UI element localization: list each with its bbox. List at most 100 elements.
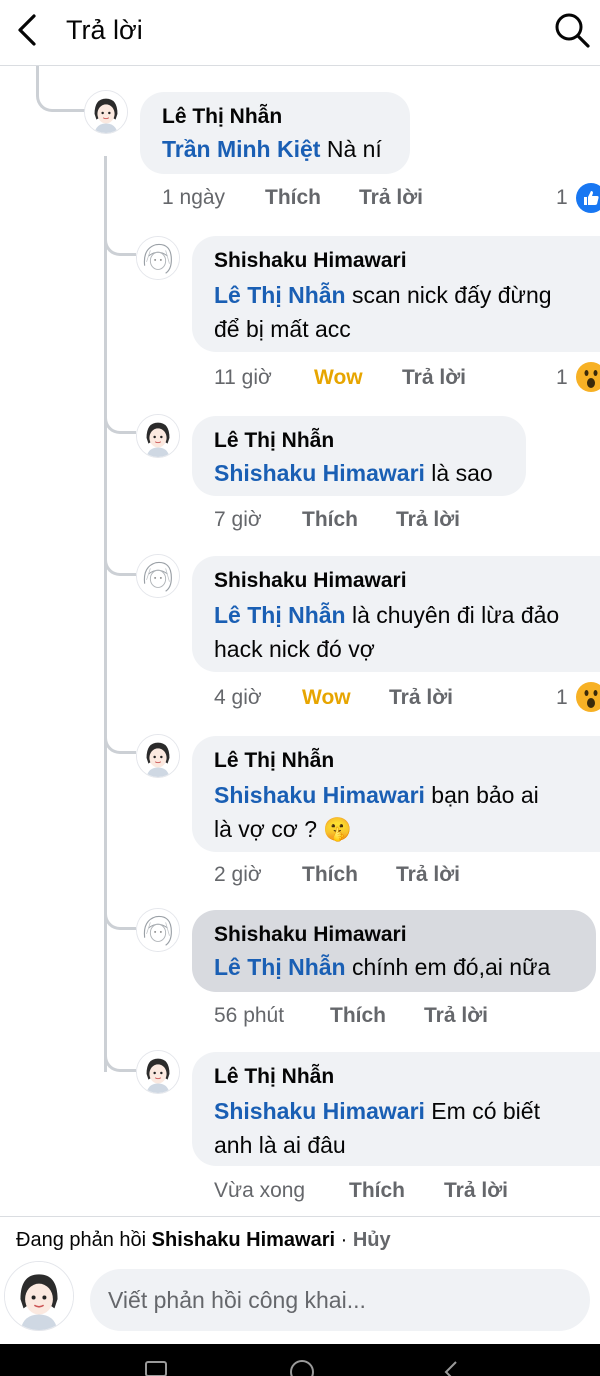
reply-button[interactable]: Trả lời: [359, 186, 423, 210]
avatar-girl-icon: [137, 735, 179, 777]
comment-timestamp[interactable]: Vừa xong: [214, 1179, 305, 1203]
like-button[interactable]: Thích: [302, 508, 358, 532]
comment-body: chính em đó,ai nữa: [345, 954, 551, 980]
reaction-count: 1: [556, 186, 568, 209]
like-button[interactable]: Thích: [330, 1004, 386, 1028]
avatar[interactable]: [136, 734, 180, 778]
avatar[interactable]: [136, 236, 180, 280]
comment-timestamp[interactable]: 56 phút: [214, 1004, 284, 1028]
page-title: Trả lời: [66, 15, 143, 45]
avatar-sketch-icon: [137, 909, 179, 951]
thread-connector: [104, 896, 136, 930]
like-button[interactable]: Thích: [265, 186, 321, 210]
reply-input-container[interactable]: [90, 1269, 590, 1331]
avatar-girl-icon: [5, 1262, 73, 1330]
wow-reaction-button[interactable]: Wow: [314, 366, 363, 390]
back-nav-icon[interactable]: [440, 1358, 464, 1376]
comment-author[interactable]: Lê Thị Nhẫn: [214, 748, 540, 774]
wow-reaction-button[interactable]: Wow: [302, 686, 351, 710]
wow-icon[interactable]: [576, 682, 600, 712]
comment-text: Shishaku Himawari là sao: [214, 456, 504, 490]
avatar[interactable]: [136, 908, 180, 952]
comment-bubble[interactable]: Lê Thị Nhẫn Shishaku Himawari bạn bảo ai…: [192, 736, 600, 852]
reply-button[interactable]: Trả lời: [389, 686, 453, 710]
back-button[interactable]: [8, 10, 48, 50]
avatar-girl-icon: [137, 415, 179, 457]
thread-connector: [104, 156, 107, 1072]
thread-connector: [104, 1036, 136, 1072]
comment-author[interactable]: Shishaku Himawari: [214, 922, 574, 948]
replying-to-name: Shishaku Himawari: [151, 1229, 336, 1251]
comment-bubble[interactable]: Shishaku Himawari Lê Thị Nhẫn scan nick …: [192, 236, 600, 352]
comment-timestamp[interactable]: 2 giờ: [214, 863, 262, 887]
avatar[interactable]: [136, 1050, 180, 1094]
mention-link[interactable]: Lê Thị Nhẫn: [214, 602, 346, 628]
recents-icon[interactable]: [144, 1358, 168, 1376]
top-app-bar: Trả lời: [0, 0, 600, 66]
mention-link[interactable]: Shishaku Himawari: [214, 1098, 425, 1124]
comment-thread[interactable]: Lê Thị Nhẫn Trần Minh Kiệt Nà ní 1 ngày …: [0, 66, 600, 1214]
comment-author[interactable]: Lê Thị Nhẫn: [214, 1064, 578, 1090]
wow-icon[interactable]: [576, 362, 600, 392]
avatar-girl-icon: [137, 1051, 179, 1093]
reply-button[interactable]: Trả lời: [424, 1004, 488, 1028]
reply-button[interactable]: Trả lời: [402, 366, 466, 390]
reply-button[interactable]: Trả lời: [396, 863, 460, 887]
avatar[interactable]: [136, 414, 180, 458]
thread-connector: [104, 396, 136, 434]
replying-to-banner: Đang phản hồi Shishaku Himawari · Hủy: [16, 1229, 391, 1252]
mention-link[interactable]: Shishaku Himawari: [214, 782, 425, 808]
replying-prefix: Đang phản hồi: [16, 1229, 152, 1251]
thread-connector: [36, 66, 86, 112]
comment-text: Shishaku Himawari Em có biết anh là ai đ…: [214, 1094, 578, 1162]
separator-dot: ·: [335, 1229, 353, 1251]
comment-author[interactable]: Lê Thị Nhẫn: [214, 428, 504, 454]
comment-author[interactable]: Shishaku Himawari: [214, 248, 578, 274]
home-icon[interactable]: [290, 1358, 314, 1376]
mention-link[interactable]: Shishaku Himawari: [214, 460, 425, 486]
cancel-reply-button[interactable]: Hủy: [353, 1229, 391, 1251]
mention-link[interactable]: Trần Minh Kiệt: [162, 136, 320, 162]
thread-connector: [104, 216, 136, 256]
like-icon[interactable]: [576, 183, 600, 213]
avatar-girl-icon: [85, 91, 127, 133]
reply-button[interactable]: Trả lời: [444, 1179, 508, 1203]
reaction-count: 1: [556, 366, 568, 389]
avatar[interactable]: [136, 554, 180, 598]
mention-link[interactable]: Lê Thị Nhẫn: [214, 954, 346, 980]
comment-text: Lê Thị Nhẫn là chuyên đi lừa đảo hack ni…: [214, 598, 578, 666]
reply-input[interactable]: [108, 1269, 568, 1331]
comment-timestamp[interactable]: 1 ngày: [162, 186, 225, 210]
current-user-avatar[interactable]: [4, 1261, 74, 1331]
mention-link[interactable]: Lê Thị Nhẫn: [214, 282, 346, 308]
system-nav-bar: [0, 1344, 600, 1376]
comment-text: Trần Minh Kiệt Nà ní: [162, 132, 388, 166]
comment-text: Lê Thị Nhẫn scan nick đấy đừng để bị mất…: [214, 278, 578, 346]
comment-bubble[interactable]: Lê Thị Nhẫn Shishaku Himawari Em có biết…: [192, 1052, 600, 1166]
like-button[interactable]: Thích: [302, 863, 358, 887]
comment-timestamp[interactable]: 11 giờ: [214, 366, 272, 390]
like-button[interactable]: Thích: [349, 1179, 405, 1203]
comment-body: Nà ní: [320, 136, 382, 162]
search-button[interactable]: [552, 10, 592, 50]
search-icon: [555, 13, 590, 48]
comment-bubble[interactable]: Lê Thị Nhẫn Trần Minh Kiệt Nà ní: [140, 92, 410, 174]
comment-body: là sao: [424, 460, 493, 486]
comment-text: Lê Thị Nhẫn chính em đó,ai nữa: [214, 950, 574, 984]
reaction-count: 1: [556, 686, 568, 709]
comment-bubble[interactable]: Lê Thị Nhẫn Shishaku Himawari là sao: [192, 416, 526, 496]
thread-connector: [104, 716, 136, 754]
comment-bubble[interactable]: Shishaku Himawari Lê Thị Nhẫn là chuyên …: [192, 556, 600, 672]
avatar-sketch-icon: [137, 555, 179, 597]
avatar[interactable]: [84, 90, 128, 134]
comment-timestamp[interactable]: 4 giờ: [214, 686, 262, 710]
comment-timestamp[interactable]: 7 giờ: [214, 508, 262, 532]
reply-button[interactable]: Trả lời: [396, 508, 460, 532]
comment-author[interactable]: Lê Thị Nhẫn: [162, 104, 388, 130]
comment-bubble-selected[interactable]: Shishaku Himawari Lê Thị Nhẫn chính em đ…: [192, 910, 596, 992]
avatar-sketch-icon: [137, 237, 179, 279]
comment-author[interactable]: Shishaku Himawari: [214, 568, 578, 594]
thread-connector: [104, 536, 136, 576]
reply-composer: Đang phản hồi Shishaku Himawari · Hủy: [0, 1216, 600, 1344]
comment-text: Shishaku Himawari bạn bảo ai là vợ cơ ? …: [214, 778, 540, 846]
